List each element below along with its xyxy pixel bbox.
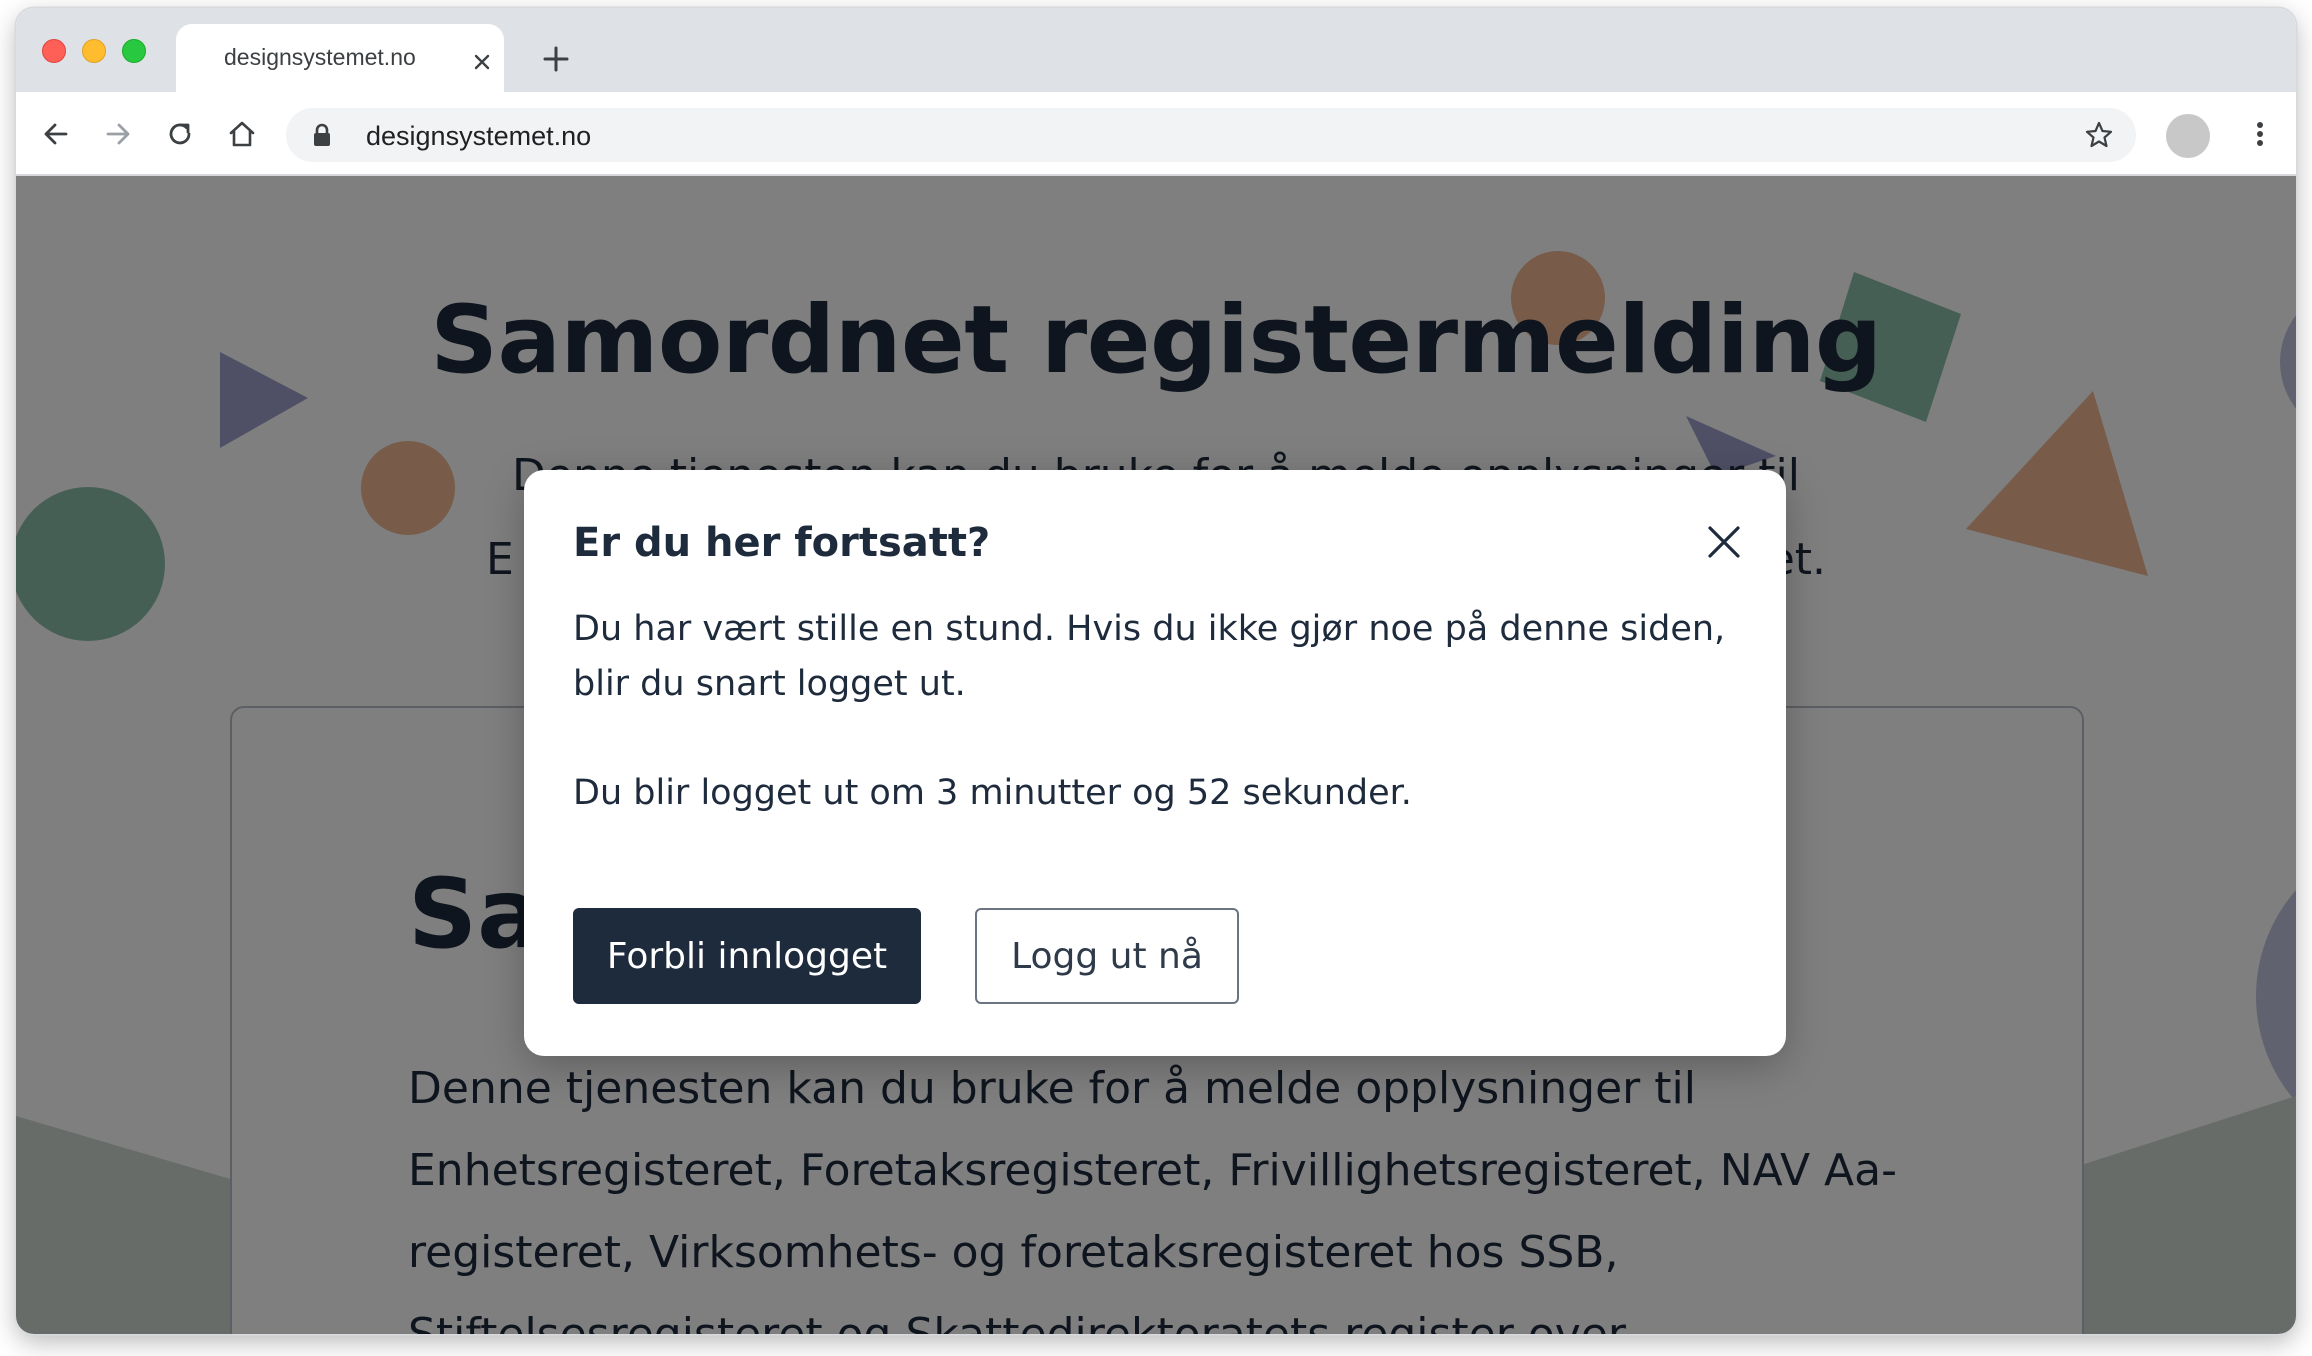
tab-strip: designsystemet.no (16, 8, 2296, 92)
address-bar[interactable]: designsystemet.no (286, 108, 2136, 162)
browser-toolbar: designsystemet.no (16, 92, 2296, 176)
close-tab-icon[interactable] (472, 52, 492, 72)
page-content: Samordnet registermelding Denne tjeneste… (16, 176, 2296, 1334)
maximize-window-button[interactable] (122, 39, 146, 63)
new-tab-icon[interactable] (540, 43, 572, 75)
stay-logged-in-button[interactable]: Forbli innlogget (573, 908, 921, 1004)
lock-icon[interactable] (312, 123, 332, 147)
back-arrow-icon[interactable] (40, 118, 72, 150)
close-icon[interactable] (1704, 522, 1744, 562)
bookmark-star-icon[interactable] (2084, 120, 2114, 150)
profile-avatar[interactable] (2166, 114, 2210, 158)
dialog-message: Du har vært stille en stund. Hvis du ikk… (573, 609, 1726, 704)
more-menu-icon[interactable] (2250, 118, 2270, 150)
reload-icon[interactable] (164, 118, 196, 150)
dialog-title: Er du her fortsatt? (573, 520, 991, 566)
forward-arrow-icon[interactable] (102, 118, 134, 150)
log-out-now-button[interactable]: Logg ut nå (975, 908, 1239, 1004)
inactivity-dialog: Er du her fortsatt? Du har vært stille e… (524, 470, 1786, 1056)
tab-title: designsystemet.no (224, 44, 416, 70)
logout-countdown: Du blir logget ut om 3 minutter og 52 se… (573, 773, 1412, 813)
browser-window: designsystemet.no designsystemet.no Er d… (16, 8, 2296, 1334)
close-window-button[interactable] (42, 39, 66, 63)
url-text: designsystemet.no (366, 121, 592, 151)
home-icon[interactable] (226, 118, 258, 150)
minimize-window-button[interactable] (82, 39, 106, 63)
browser-tab[interactable]: designsystemet.no (176, 24, 504, 92)
